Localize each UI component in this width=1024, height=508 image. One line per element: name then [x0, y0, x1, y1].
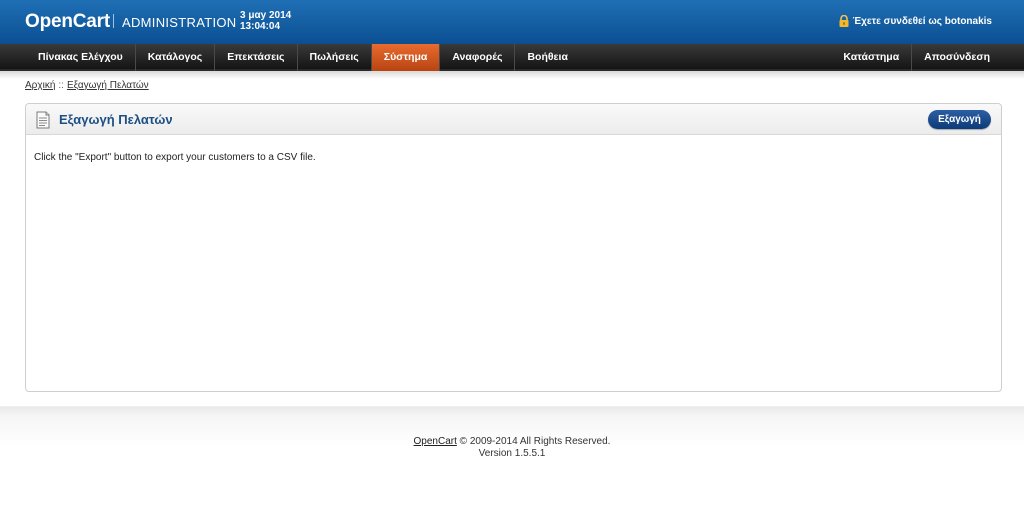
menu-item-left-2[interactable]: Επεκτάσεις	[215, 44, 298, 71]
box-heading: Εξαγωγή Πελατών Εξαγωγή	[26, 104, 1001, 135]
menu-item-left-1[interactable]: Κατάλογος	[136, 44, 216, 71]
export-button[interactable]: Εξαγωγή	[928, 110, 991, 129]
opencart-logo[interactable]: OpenCart	[25, 11, 110, 33]
footer-copyright: © 2009-2014 All Rights Reserved.	[456, 436, 611, 447]
breadcrumb-export-customers-link[interactable]: Εξαγωγή Πελατών	[67, 80, 149, 91]
export-customers-box: Εξαγωγή Πελατών Εξαγωγή Click the "Expor…	[25, 103, 1002, 392]
header: OpenCart ADMINISTRATION 3 μαy 2014 13:04…	[0, 0, 1024, 44]
breadcrumb: Αρχική:: Εξαγωγή Πελατών	[25, 80, 149, 91]
header-time: 13:04:04	[240, 21, 281, 32]
footer-copyright-line: OpenCart © 2009-2014 All Rights Reserved…	[0, 436, 1024, 448]
login-status: Έχετε συνδεθεί ως botonakis	[838, 15, 992, 27]
main-menu: Πίνακας Ελέγχου Κατάλογος Επεκτάσεις Πωλήσε…	[0, 44, 1024, 71]
logo-divider	[113, 14, 114, 28]
menu-shadow	[0, 71, 1024, 79]
login-status-text: Έχετε συνδεθεί ως botonakis	[852, 15, 992, 27]
menu-item-left-5[interactable]: Αναφορές	[440, 44, 516, 71]
footer-version: Version 1.5.5.1	[478, 448, 546, 459]
footer: OpenCart © 2009-2014 All Rights Reserved…	[0, 406, 1024, 508]
document-icon	[36, 111, 50, 129]
footer-text: OpenCart © 2009-2014 All Rights Reserved…	[0, 436, 1024, 460]
menu-left: Πίνακας Ελέγχου Κατάλογος Επεκτάσεις Πωλήσε…	[26, 44, 580, 71]
menu-right: Κατάστημα Αποσύνδεση	[831, 44, 1002, 71]
menu-item-left-6[interactable]: Βοήθεια	[515, 44, 579, 71]
menu-item-right-1[interactable]: Αποσύνδεση	[912, 44, 1002, 71]
header-date: 3 μαy 2014	[240, 10, 292, 21]
breadcrumb-separator: ::	[58, 80, 64, 91]
header-datetime: 3 μαy 2014 13:04:04	[240, 10, 291, 32]
menu-item-left-3[interactable]: Πωλήσεις	[298, 44, 372, 71]
menu-item-left-0[interactable]: Πίνακας Ελέγχου	[26, 44, 136, 71]
menu-item-left-4[interactable]: Σύστημα	[371, 44, 441, 71]
lock-icon	[839, 15, 849, 27]
page-title: Εξαγωγή Πελατών	[59, 112, 173, 127]
menu-item-right-0[interactable]: Κατάστημα	[831, 44, 913, 71]
footer-opencart-link[interactable]: OpenCart	[414, 436, 457, 447]
administration-label: ADMINISTRATION	[122, 15, 237, 30]
box-content: Click the "Export" button to export your…	[34, 152, 316, 163]
breadcrumb-home-link[interactable]: Αρχική	[25, 80, 55, 91]
